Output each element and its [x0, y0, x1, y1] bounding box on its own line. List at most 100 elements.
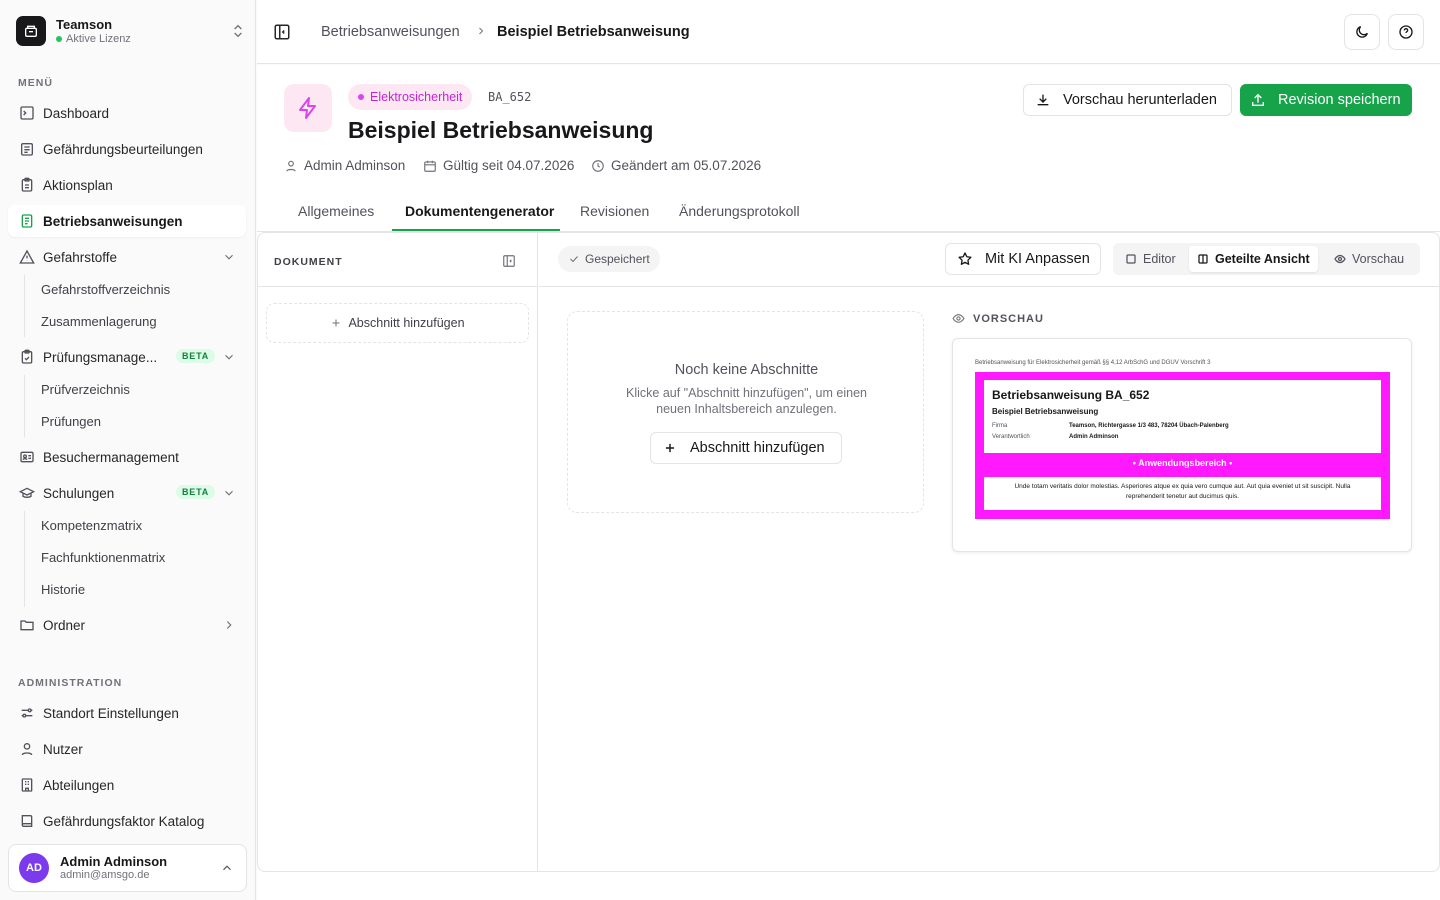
- file-text-icon: [21, 214, 33, 228]
- sliders-icon: [21, 708, 33, 718]
- sidebar-item-abteilungen[interactable]: Abteilungen: [8, 769, 246, 801]
- help-circle-icon: [1399, 25, 1413, 39]
- sidebar-item-gefaehrdungsfaktor-katalog[interactable]: Gefährdungsfaktor Katalog: [8, 805, 246, 837]
- sidebar-subitem-gefahrstoffverzeichnis[interactable]: Gefahrstoffverzeichnis: [41, 277, 170, 301]
- view-split-button[interactable]: Geteilte Ansicht: [1189, 246, 1318, 272]
- sidebar-subitem-fachfunktionenmatrix[interactable]: Fachfunktionenmatrix: [41, 545, 165, 569]
- active-tab-indicator: [392, 229, 560, 231]
- theme-toggle-button[interactable]: [1344, 14, 1380, 50]
- sidebar-item-besuchermanagement[interactable]: Besuchermanagement: [8, 441, 246, 473]
- clock-icon: [592, 159, 604, 172]
- calendar-icon: [424, 160, 436, 172]
- empty-sections-state: Noch keine Abschnitte Klicke auf "Abschn…: [567, 311, 924, 513]
- document-outline-pane: DOKUMENT Abschnitt hinzufügen: [258, 233, 538, 871]
- preview-header-line: Betriebsanweisung für Elektrosicherheit …: [975, 360, 1211, 366]
- editor-toolbar: Gespeichert Mit KI Anpassen Editor Getei…: [539, 233, 1439, 287]
- id-card-icon: [20, 451, 34, 463]
- org-name: Teamson: [56, 16, 113, 32]
- user-email: admin@amsgo.de: [60, 869, 150, 881]
- preview-document-frame: Betriebsanweisung BA_652 Beispiel Betrie…: [975, 372, 1390, 519]
- sidebar-item-gefahrstoffe[interactable]: Gefahrstoffe: [8, 241, 246, 273]
- chevron-down-icon: [225, 254, 233, 260]
- save-revision-button[interactable]: Revision speichern: [1240, 84, 1412, 116]
- view-editor-button[interactable]: Editor: [1117, 246, 1184, 272]
- tab-dokumentengenerator[interactable]: Dokumentengenerator: [405, 203, 554, 219]
- sidebar-item-betriebsanweisungen[interactable]: Betriebsanweisungen: [8, 205, 246, 237]
- category-badge: Elektrosicherheit: [348, 84, 473, 110]
- upload-icon: [1252, 93, 1264, 106]
- document-preview: Betriebsanweisung für Elektrosicherheit …: [952, 338, 1412, 552]
- user-name: Admin Adminson: [60, 854, 168, 869]
- sidebar-item-aktionsplan[interactable]: Aktionsplan: [8, 169, 246, 201]
- sidebar-item-nutzer[interactable]: Nutzer: [8, 733, 246, 765]
- add-section-button[interactable]: Abschnitt hinzufügen: [650, 432, 842, 464]
- menu-section-label: MENÜ: [18, 77, 53, 89]
- add-section-button-sidebar[interactable]: Abschnitt hinzufügen: [266, 303, 529, 343]
- view-preview-button[interactable]: Vorschau: [1326, 246, 1412, 272]
- sidebar-item-pruefungsmanagement[interactable]: Prüfungsmanage... BETA: [8, 341, 246, 373]
- avatar: AD: [19, 853, 49, 883]
- admin-section-label: ADMINISTRATION: [18, 677, 123, 689]
- sidebar-item-ordner[interactable]: Ordner: [8, 609, 246, 641]
- sidebar-subitem-historie[interactable]: Historie: [41, 577, 85, 601]
- org-logo-icon: [16, 16, 46, 46]
- preview-row-verantwortlich: Verantwortlich Admin Adminson: [992, 434, 1119, 440]
- meta-valid-since: Gültig seit 04.07.2026: [423, 158, 574, 173]
- preview-section-title: • Anwendungsbereich •: [1132, 458, 1233, 468]
- sidebar-item-standort-einstellungen[interactable]: Standort Einstellungen: [8, 697, 246, 729]
- columns-icon: [1198, 254, 1208, 264]
- document-code: BA_652: [488, 90, 532, 104]
- star-icon: [958, 252, 972, 265]
- moon-icon: [1356, 26, 1368, 38]
- chevron-right-icon: [226, 621, 232, 629]
- collapse-panel-icon[interactable]: [502, 254, 516, 268]
- preview-row-firma: Firma Teamson, Richtergasse 1/3 483, 7820…: [992, 423, 1229, 429]
- book-icon: [21, 815, 33, 827]
- tab-aenderungsprotokoll[interactable]: Änderungsprotokoll: [679, 203, 800, 219]
- download-preview-button[interactable]: Vorschau herunterladen: [1023, 84, 1232, 116]
- sidebar-item-gefaehrdungsbeurteilungen[interactable]: Gefährdungsbeurteilungen: [8, 133, 246, 165]
- chevron-down-icon: [225, 354, 233, 360]
- preview-title: Betriebsanweisung BA_652: [992, 388, 1150, 402]
- tab-revisionen[interactable]: Revisionen: [580, 203, 649, 219]
- plus-icon: [332, 319, 340, 327]
- sidebar-subitem-pruefungen[interactable]: Prüfungen: [41, 409, 101, 433]
- empty-state-text: Klicke auf "Abschnitt hinzufügen", um ei…: [626, 386, 867, 416]
- tab-allgemeines[interactable]: Allgemeines: [298, 203, 374, 219]
- chevron-right-icon: [479, 27, 484, 35]
- clipboard-check-icon: [21, 349, 33, 364]
- document-generator-panel: DOKUMENT Abschnitt hinzufügen Gespeicher…: [257, 232, 1440, 872]
- sidebar-item-schulungen[interactable]: Schulungen BETA: [8, 477, 246, 509]
- eye-icon: [1334, 254, 1346, 264]
- sidebar: Teamson Aktive Lizenz MENÜ Dashboard Gef…: [0, 0, 256, 900]
- breadcrumb-parent[interactable]: Betriebsanweisungen: [321, 23, 460, 41]
- download-icon: [1037, 94, 1049, 106]
- square-icon: [1126, 254, 1136, 264]
- submenu-line: [24, 375, 25, 437]
- dashboard-icon: [20, 106, 34, 120]
- building-icon: [21, 778, 33, 792]
- chevron-down-icon: [225, 490, 233, 496]
- eye-icon: [952, 314, 965, 323]
- meta-author: Admin Adminson: [284, 158, 405, 173]
- sidebar-subitem-zusammenlagerung[interactable]: Zusammenlagerung: [41, 309, 157, 333]
- sidebar-subitem-kompetenzmatrix[interactable]: Kompetenzmatrix: [41, 513, 142, 537]
- user-menu[interactable]: AD Admin Adminson admin@amsgo.de: [8, 844, 247, 892]
- view-mode-switch: Editor Geteilte Ansicht Vorschau: [1113, 243, 1420, 275]
- preview-title-block: Betriebsanweisung BA_652 Beispiel Betrie…: [984, 380, 1381, 453]
- clipboard-list-icon: [21, 177, 33, 192]
- preview-label: VORSCHAU: [952, 312, 1044, 325]
- folder-icon: [20, 620, 34, 631]
- sidebar-subitem-pruefverzeichnis[interactable]: Prüfverzeichnis: [41, 377, 130, 401]
- ai-adjust-button[interactable]: Mit KI Anpassen: [945, 243, 1101, 275]
- page-title: Beispiel Betriebsanweisung: [348, 117, 654, 143]
- breadcrumb-current: Beispiel Betriebsanweisung: [497, 24, 690, 40]
- sidebar-toggle-icon[interactable]: [273, 23, 291, 41]
- chevron-up-icon: [223, 865, 231, 871]
- plus-icon: [665, 443, 675, 453]
- sidebar-item-dashboard[interactable]: Dashboard: [8, 97, 246, 129]
- help-button[interactable]: [1388, 14, 1424, 50]
- org-switcher[interactable]: Teamson Aktive Lizenz: [16, 14, 246, 48]
- preview-subtitle: Beispiel Betriebsanweisung: [992, 407, 1099, 416]
- beta-badge: BETA: [176, 485, 216, 499]
